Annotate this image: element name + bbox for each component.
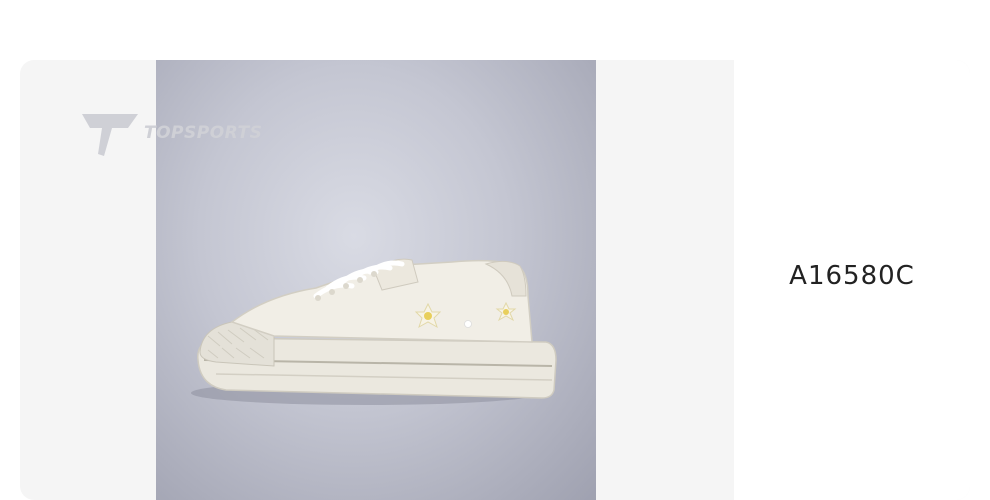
topsports-logo-icon xyxy=(82,114,138,156)
product-sku: A16580C xyxy=(789,261,915,291)
brand-name: TOPSPORTS xyxy=(144,123,263,143)
product-info-panel: A16580C xyxy=(734,60,970,500)
brand-logo: TOPSPORTS xyxy=(82,110,262,158)
product-card: TOPSPORTS A16580C xyxy=(20,60,970,500)
